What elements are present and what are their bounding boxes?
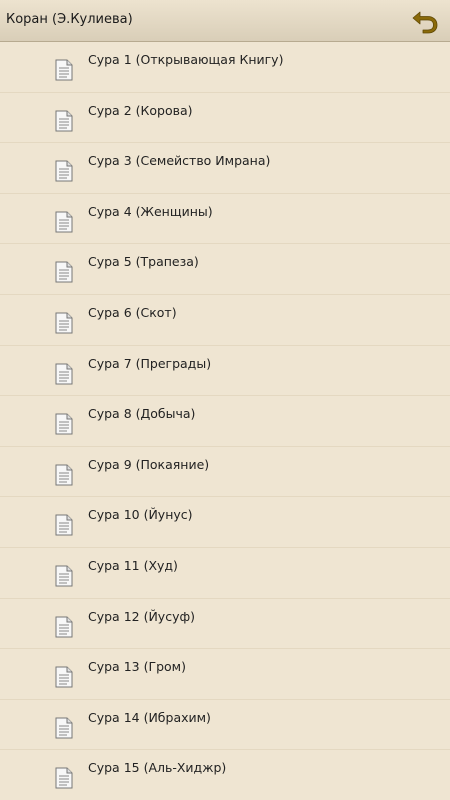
document-icon: [55, 110, 73, 132]
list-item[interactable]: Сура 1 (Открывающая Книгу): [0, 42, 450, 93]
list-item-label: Сура 15 (Аль-Хиджр): [88, 760, 227, 776]
document-icon: [55, 413, 73, 435]
list-item[interactable]: Сура 6 (Скот): [0, 295, 450, 346]
list-item[interactable]: Сура 5 (Трапеза): [0, 244, 450, 295]
list-item[interactable]: Сура 9 (Покаяние): [0, 447, 450, 498]
header-bar: Коран (Э.Кулиева): [0, 0, 450, 42]
list-item-label: Сура 1 (Открывающая Книгу): [88, 52, 284, 67]
list-item-label: Сура 9 (Покаяние): [88, 456, 210, 472]
document-icon: [55, 464, 73, 486]
list-item-label: Сура 5 (Трапеза): [88, 254, 199, 270]
list-item-label: Сура 6 (Скот): [88, 304, 177, 320]
list-item[interactable]: Сура 2 (Корова): [0, 93, 450, 144]
list-item-label: Сура 12 (Йусуф): [88, 608, 196, 624]
document-icon: [55, 616, 73, 638]
document-icon: [55, 363, 73, 385]
list-item[interactable]: Сура 7 (Преграды): [0, 346, 450, 397]
list-item[interactable]: Сура 3 (Семейство Имрана): [0, 143, 450, 194]
document-icon: [55, 261, 73, 283]
document-icon: [55, 565, 73, 587]
list-item-label: Сура 13 (Гром): [88, 659, 186, 675]
list-item[interactable]: Сура 10 (Йунус): [0, 497, 450, 548]
page-title: Коран (Э.Кулиева): [6, 12, 133, 27]
list-item-label: Сура 7 (Преграды): [88, 355, 212, 371]
list-item-label: Сура 11 (Худ): [88, 557, 178, 573]
list-item-label: Сура 4 (Женщины): [88, 203, 213, 219]
app-screen: Коран (Э.Кулиева) Сура 1 (Открывающая Кн…: [0, 0, 450, 800]
document-icon: [55, 767, 73, 789]
document-icon: [55, 717, 73, 739]
list-item[interactable]: Сура 13 (Гром): [0, 649, 450, 700]
list-item[interactable]: Сура 4 (Женщины): [0, 194, 450, 245]
document-icon: [55, 160, 73, 182]
list-item-label: Сура 14 (Ибрахим): [88, 709, 211, 725]
list-item-label: Сура 8 (Добыча): [88, 406, 196, 422]
list-item-label: Сура 10 (Йунус): [88, 507, 193, 523]
document-icon: [55, 514, 73, 536]
document-icon: [55, 666, 73, 688]
list-item[interactable]: Сура 14 (Ибрахим): [0, 700, 450, 751]
document-icon: [55, 59, 73, 81]
document-icon: [55, 211, 73, 233]
list-item[interactable]: Сура 15 (Аль-Хиджр): [0, 750, 450, 800]
sura-list: Сура 1 (Открывающая Книгу) Сура 2 (Коров…: [0, 42, 450, 800]
document-icon: [55, 312, 73, 334]
back-button[interactable]: [410, 6, 442, 36]
list-item-label: Сура 2 (Корова): [88, 102, 193, 118]
list-item[interactable]: Сура 11 (Худ): [0, 548, 450, 599]
list-item[interactable]: Сура 8 (Добыча): [0, 396, 450, 447]
back-arrow-icon: [412, 11, 438, 34]
list-item-label: Сура 3 (Семейство Имрана): [88, 153, 271, 169]
list-item[interactable]: Сура 12 (Йусуф): [0, 599, 450, 650]
